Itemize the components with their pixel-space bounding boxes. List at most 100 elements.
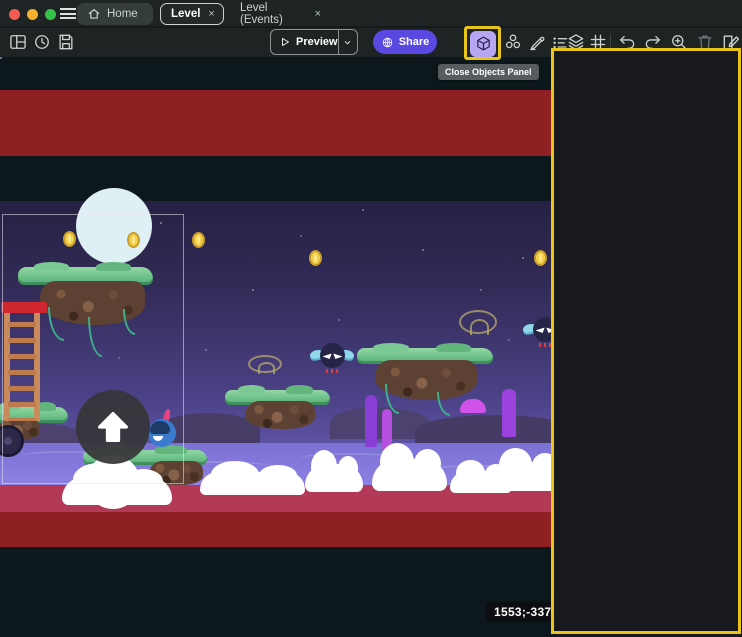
tab-home[interactable]: Home	[77, 3, 153, 25]
object-item-platform2[interactable]: Platform2 ⋮	[556, 220, 742, 245]
tab-label: Level (Events)	[240, 2, 307, 26]
tab-level[interactable]: Level ×	[160, 3, 224, 25]
checkpoint-instance[interactable]	[248, 355, 282, 373]
macos-zoom-button[interactable]	[45, 9, 56, 20]
object-search-input[interactable]	[593, 91, 693, 105]
close-tab-icon[interactable]: ×	[315, 8, 321, 20]
chevron-right-icon	[570, 128, 578, 137]
coin-instance[interactable]	[534, 250, 547, 266]
more-options-icon[interactable]: ⋮	[719, 224, 731, 238]
object-item-dustparticle[interactable]: DustParticle ⋮	[556, 470, 742, 495]
platform-instance[interactable]	[357, 348, 493, 448]
share-button[interactable]: Share	[373, 30, 437, 54]
save-icon[interactable]	[56, 32, 76, 52]
macos-minimize-button[interactable]	[27, 9, 38, 20]
object-groups-icon[interactable]	[503, 32, 523, 52]
object-item-platform4[interactable]: Platform4 ⋮	[556, 270, 742, 295]
more-options-icon[interactable]: ⋮	[719, 449, 731, 463]
object-item-doorparticles[interactable]: DoorParticles ⋮	[556, 445, 742, 470]
object-icon	[597, 199, 614, 216]
monster-instance[interactable]	[310, 341, 354, 375]
more-options-icon[interactable]: ⋮	[719, 349, 731, 363]
undo-icon[interactable]	[617, 32, 637, 52]
gdevelop-window: Home Level × Level (Events) × Preview Sh…	[0, 0, 742, 637]
add-button-label: Add a new object	[613, 612, 703, 624]
object-icon	[597, 399, 614, 416]
more-options-icon[interactable]: ⋮	[719, 299, 731, 313]
object-name: Platform4	[620, 277, 673, 289]
object-item-scoretext[interactable]: ScoreText ⋮	[556, 520, 742, 545]
more-options-icon[interactable]: ⋮	[719, 274, 731, 288]
more-options-icon[interactable]: ⋮	[719, 174, 731, 188]
object-item-ladder[interactable]: Ladder ⋮	[556, 345, 742, 370]
grid-icon[interactable]	[588, 32, 608, 52]
more-options-icon[interactable]: ⋮	[719, 374, 731, 388]
object-name: Portal	[620, 302, 653, 314]
preview-dropdown[interactable]	[338, 30, 357, 54]
more-options-icon[interactable]: ⋮	[719, 474, 731, 488]
more-options-icon[interactable]: ⋮	[719, 324, 731, 338]
object-item-monsterparticles[interactable]: MonsterParticles ⋮	[556, 395, 742, 420]
toolbar-separator	[610, 34, 611, 51]
more-options-icon[interactable]: ⋮	[719, 499, 731, 513]
jump-touch-button[interactable]	[76, 390, 150, 464]
object-icon	[597, 424, 614, 441]
object-item-clouds[interactable]: Clouds ⋮	[556, 495, 742, 520]
object-item-backgroundplants[interactable]: BackgroundPlants ⋮	[556, 545, 742, 570]
macos-close-button[interactable]	[9, 9, 20, 20]
coin-instance[interactable]	[192, 232, 205, 248]
more-options-icon[interactable]: ⋮	[719, 574, 731, 588]
object-item-checkpoint[interactable]: Checkpoint ⋮	[556, 320, 742, 345]
history-clock-icon[interactable]	[32, 32, 52, 52]
section-global-objects[interactable]: Global Objects	[556, 120, 742, 145]
panel-layout-icon[interactable]	[8, 32, 28, 52]
trash-icon[interactable]	[695, 32, 715, 52]
object-icon	[597, 449, 614, 466]
more-options-icon[interactable]: ⋮	[719, 524, 731, 538]
more-options-icon[interactable]: ⋮	[719, 424, 731, 438]
object-item-characters[interactable]: Characters ⋮	[556, 170, 742, 195]
redo-icon[interactable]	[643, 32, 663, 52]
object-name: DustParticle	[620, 477, 687, 489]
zoom-in-icon[interactable]	[669, 32, 689, 52]
section-scene-objects[interactable]: Scene Objects	[556, 145, 742, 170]
object-item-coin[interactable]: Coin ⋮	[556, 370, 742, 395]
more-options-icon[interactable]: ⋮	[719, 199, 731, 213]
cloud-instance[interactable]	[372, 459, 447, 491]
tab-level-events[interactable]: Level (Events) ×	[230, 3, 331, 25]
cloud-instance[interactable]	[492, 462, 564, 491]
object-item-platform1[interactable]: Platform1 ⋮	[556, 195, 742, 220]
preview-button[interactable]: Preview	[270, 29, 358, 55]
section-label: Scene Objects	[585, 151, 668, 165]
close-panel-icon[interactable]: ×	[722, 60, 730, 75]
object-item-leftboundary[interactable]: LeftBoundary ⋮	[556, 570, 742, 595]
globe-icon	[381, 36, 394, 49]
platform-instance[interactable]	[225, 390, 330, 460]
more-options-icon[interactable]: ⋮	[719, 249, 731, 263]
cloud-instance[interactable]	[200, 472, 305, 495]
cloud-instance[interactable]	[305, 464, 363, 492]
paint-brush-icon[interactable]	[527, 32, 547, 52]
checkpoint-instance[interactable]	[459, 310, 497, 334]
objects-panel-toggle-button[interactable]	[470, 31, 496, 57]
object-item-platform3[interactable]: Platform3 ⋮	[556, 245, 742, 270]
object-search-box[interactable]	[567, 86, 705, 109]
layers-icon[interactable]	[566, 32, 586, 52]
add-new-object-button[interactable]: Add a new object	[568, 605, 731, 630]
tab-label: Level	[171, 8, 200, 20]
more-options-icon[interactable]: ⋮	[719, 399, 731, 413]
home-icon	[87, 7, 101, 21]
more-options-icon[interactable]: ⋮	[719, 549, 731, 563]
hamburger-menu-icon[interactable]	[60, 8, 76, 19]
object-item-coinparticles[interactable]: CoinParticles ⋮	[556, 420, 742, 445]
tooltip: Close Objects Panel	[438, 64, 539, 80]
add-folder-icon[interactable]	[713, 89, 732, 106]
object-icon	[597, 224, 614, 241]
close-tab-icon[interactable]: ×	[208, 8, 214, 20]
background-plant-instance[interactable]	[502, 389, 516, 437]
edit-scene-icon[interactable]	[721, 32, 741, 52]
object-name: Checkpoint	[620, 327, 683, 339]
expander-icon[interactable]	[582, 178, 591, 187]
object-item-portal[interactable]: Portal ⋮	[556, 295, 742, 320]
coin-instance[interactable]	[309, 250, 322, 266]
